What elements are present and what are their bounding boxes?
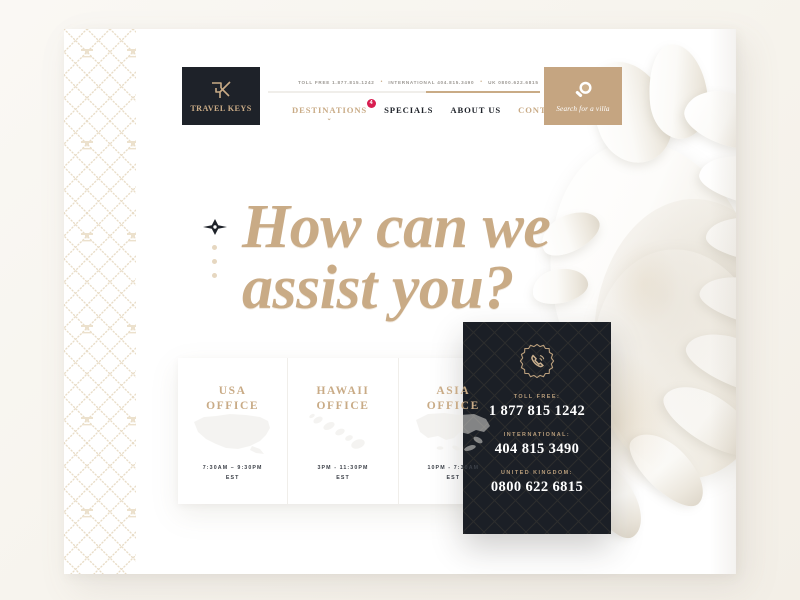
topbar-uk[interactable]: UK 0800.622.6815: [488, 80, 539, 85]
topbar-separator-icon: •: [480, 79, 483, 85]
site-header: TRAVEL KEYS TOLL FREE 1.877.815.1242 • I…: [182, 67, 622, 125]
page-title: How can we assist you?: [242, 196, 642, 322]
dotted-diamond-lattice-pattern: [64, 29, 136, 574]
decoration-dot: [212, 259, 217, 264]
destinations-count-badge: 4: [367, 99, 377, 108]
chevron-down-icon: ⌄: [326, 116, 333, 122]
contact-number-united-kingdom[interactable]: 0800 622 6815: [491, 479, 583, 496]
header-divider: [268, 91, 540, 93]
decoration-dot: [212, 245, 217, 250]
header-contact-strip: TOLL FREE 1.877.815.1242 • INTERNATIONAL…: [268, 72, 540, 92]
page-right-seam: [710, 29, 736, 574]
office-hours-card: USA OFFICE 7:30AM – 9:30PM EST HAWAII OF…: [178, 358, 508, 504]
topbar-tollfree[interactable]: TOLL FREE 1.877.815.1242: [298, 80, 375, 85]
contact-label-united-kingdom: UNITED KINGDOM:: [501, 470, 573, 476]
usa-map-icon: [193, 414, 270, 454]
contact-number-international[interactable]: 404 815 3490: [495, 441, 580, 458]
screenshot-canvas: TRAVEL KEYS TOLL FREE 1.877.815.1242 • I…: [0, 0, 800, 600]
office-column-hawaii: HAWAII OFFICE 3PM - 11:30PM EST: [287, 358, 397, 504]
topbar-separator-icon: •: [380, 79, 383, 85]
contact-card-content: TOLL FREE: 1 877 815 1242 INTERNATIONAL:…: [463, 322, 611, 496]
headline-decoration: [203, 219, 227, 281]
search-button-label: Search for a villa: [556, 104, 610, 113]
travel-keys-monogram-icon: [212, 81, 231, 98]
office-hours-hawaii: 3PM - 11:30PM EST: [317, 465, 369, 482]
website-page-card: TRAVEL KEYS TOLL FREE 1.877.815.1242 • I…: [64, 29, 736, 574]
decoration-dot: [212, 273, 217, 278]
four-point-star-icon: [203, 219, 227, 235]
logo-block[interactable]: TRAVEL KEYS: [182, 67, 260, 125]
search-for-a-villa-button[interactable]: Search for a villa: [544, 67, 622, 125]
main-navigation: DESTINATIONS 4 ⌄ SPECIALS ABOUT US CONTA…: [268, 98, 582, 122]
nav-item-specials[interactable]: SPECIALS: [384, 105, 433, 115]
contact-number-toll-free[interactable]: 1 877 815 1242: [489, 403, 585, 420]
contact-numbers-card: TOLL FREE: 1 877 815 1242 INTERNATIONAL:…: [463, 322, 611, 534]
logo-wordmark: TRAVEL KEYS: [190, 104, 252, 113]
contact-label-international: INTERNATIONAL:: [503, 432, 571, 438]
phone-in-starburst-icon: [519, 343, 555, 379]
magnifier-icon: [575, 81, 592, 97]
nav-label-destinations: DESTINATIONS: [292, 105, 368, 115]
hawaii-map-icon: [309, 413, 365, 449]
office-column-usa: USA OFFICE 7:30AM – 9:30PM EST: [178, 358, 287, 504]
office-name-usa: USA OFFICE: [206, 385, 260, 412]
office-hours-usa: 7:30AM – 9:30PM EST: [202, 465, 263, 482]
topbar-international[interactable]: INTERNATIONAL 404.815.3490: [388, 80, 474, 85]
nav-item-about-us[interactable]: ABOUT US: [450, 105, 501, 115]
headline-line-2: assist you?: [242, 253, 514, 322]
contact-label-toll-free: TOLL FREE:: [513, 394, 561, 400]
headline-line-1: How can we: [242, 193, 551, 261]
office-name-hawaii: HAWAII OFFICE: [316, 385, 370, 412]
nav-item-destinations[interactable]: DESTINATIONS 4 ⌄: [292, 99, 377, 122]
